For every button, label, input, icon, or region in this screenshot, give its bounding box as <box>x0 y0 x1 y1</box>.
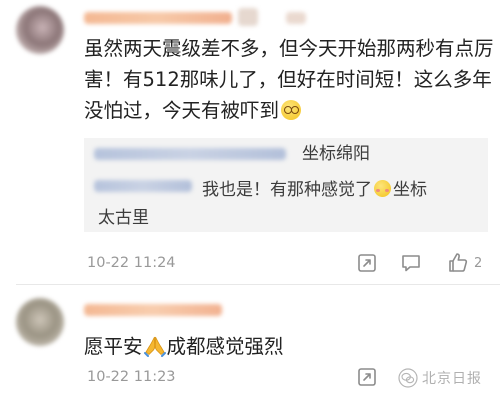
username-blurred[interactable] <box>84 12 232 24</box>
reply-body-tail: 坐标 <box>393 180 427 200</box>
username-blurred[interactable] <box>84 304 222 316</box>
comment-body: 愿平安 <box>84 335 143 358</box>
user-badge-blurred <box>286 12 306 24</box>
reply-username-blurred[interactable] <box>94 148 286 160</box>
like-count: 2 <box>474 256 483 271</box>
comment-text: 虽然两天震级差不多，但今天开始那两秒有点厉害！有512那味儿了，但好在时间短！这… <box>84 33 496 126</box>
shy-face-emoji <box>374 180 391 197</box>
comment-timestamp: 10-22 11:24 <box>87 255 176 271</box>
comment-icon[interactable] <box>400 252 422 274</box>
reply-text: 坐标绵阳 <box>302 144 370 164</box>
user-avatar[interactable] <box>16 6 64 54</box>
comment-timestamp: 10-22 11:23 <box>87 369 176 385</box>
comment-feed: 虽然两天震级差不多，但今天开始那两秒有点厉害！有512那味儿了，但好在时间短！这… <box>0 0 500 400</box>
dizzy-face-emoji <box>281 100 302 120</box>
comment-text: 愿平安 成都感觉强烈 <box>84 333 284 361</box>
user-badge-blurred <box>238 8 258 26</box>
share-icon[interactable] <box>356 252 378 274</box>
thumbs-up-icon[interactable] <box>446 250 470 274</box>
watermark-text: 北京日报 <box>422 371 482 387</box>
comment-body-tail: 成都感觉强烈 <box>166 335 284 358</box>
user-avatar[interactable] <box>16 298 64 346</box>
reply-block[interactable]: 坐标绵阳 我也是！有那种感觉了 坐标 太古里 <box>84 138 488 232</box>
share-icon[interactable] <box>356 366 378 388</box>
reply-text: 我也是！有那种感觉了 坐标 <box>202 176 482 204</box>
praying-hands-emoji <box>143 336 166 357</box>
divider <box>16 284 500 285</box>
reply-text-line2: 太古里 <box>98 208 149 228</box>
wechat-logo-icon <box>398 368 418 388</box>
reply-body: 我也是！有那种感觉了 <box>202 180 372 200</box>
reply-username-blurred[interactable] <box>94 180 192 192</box>
watermark: 北京日报 <box>398 366 482 390</box>
